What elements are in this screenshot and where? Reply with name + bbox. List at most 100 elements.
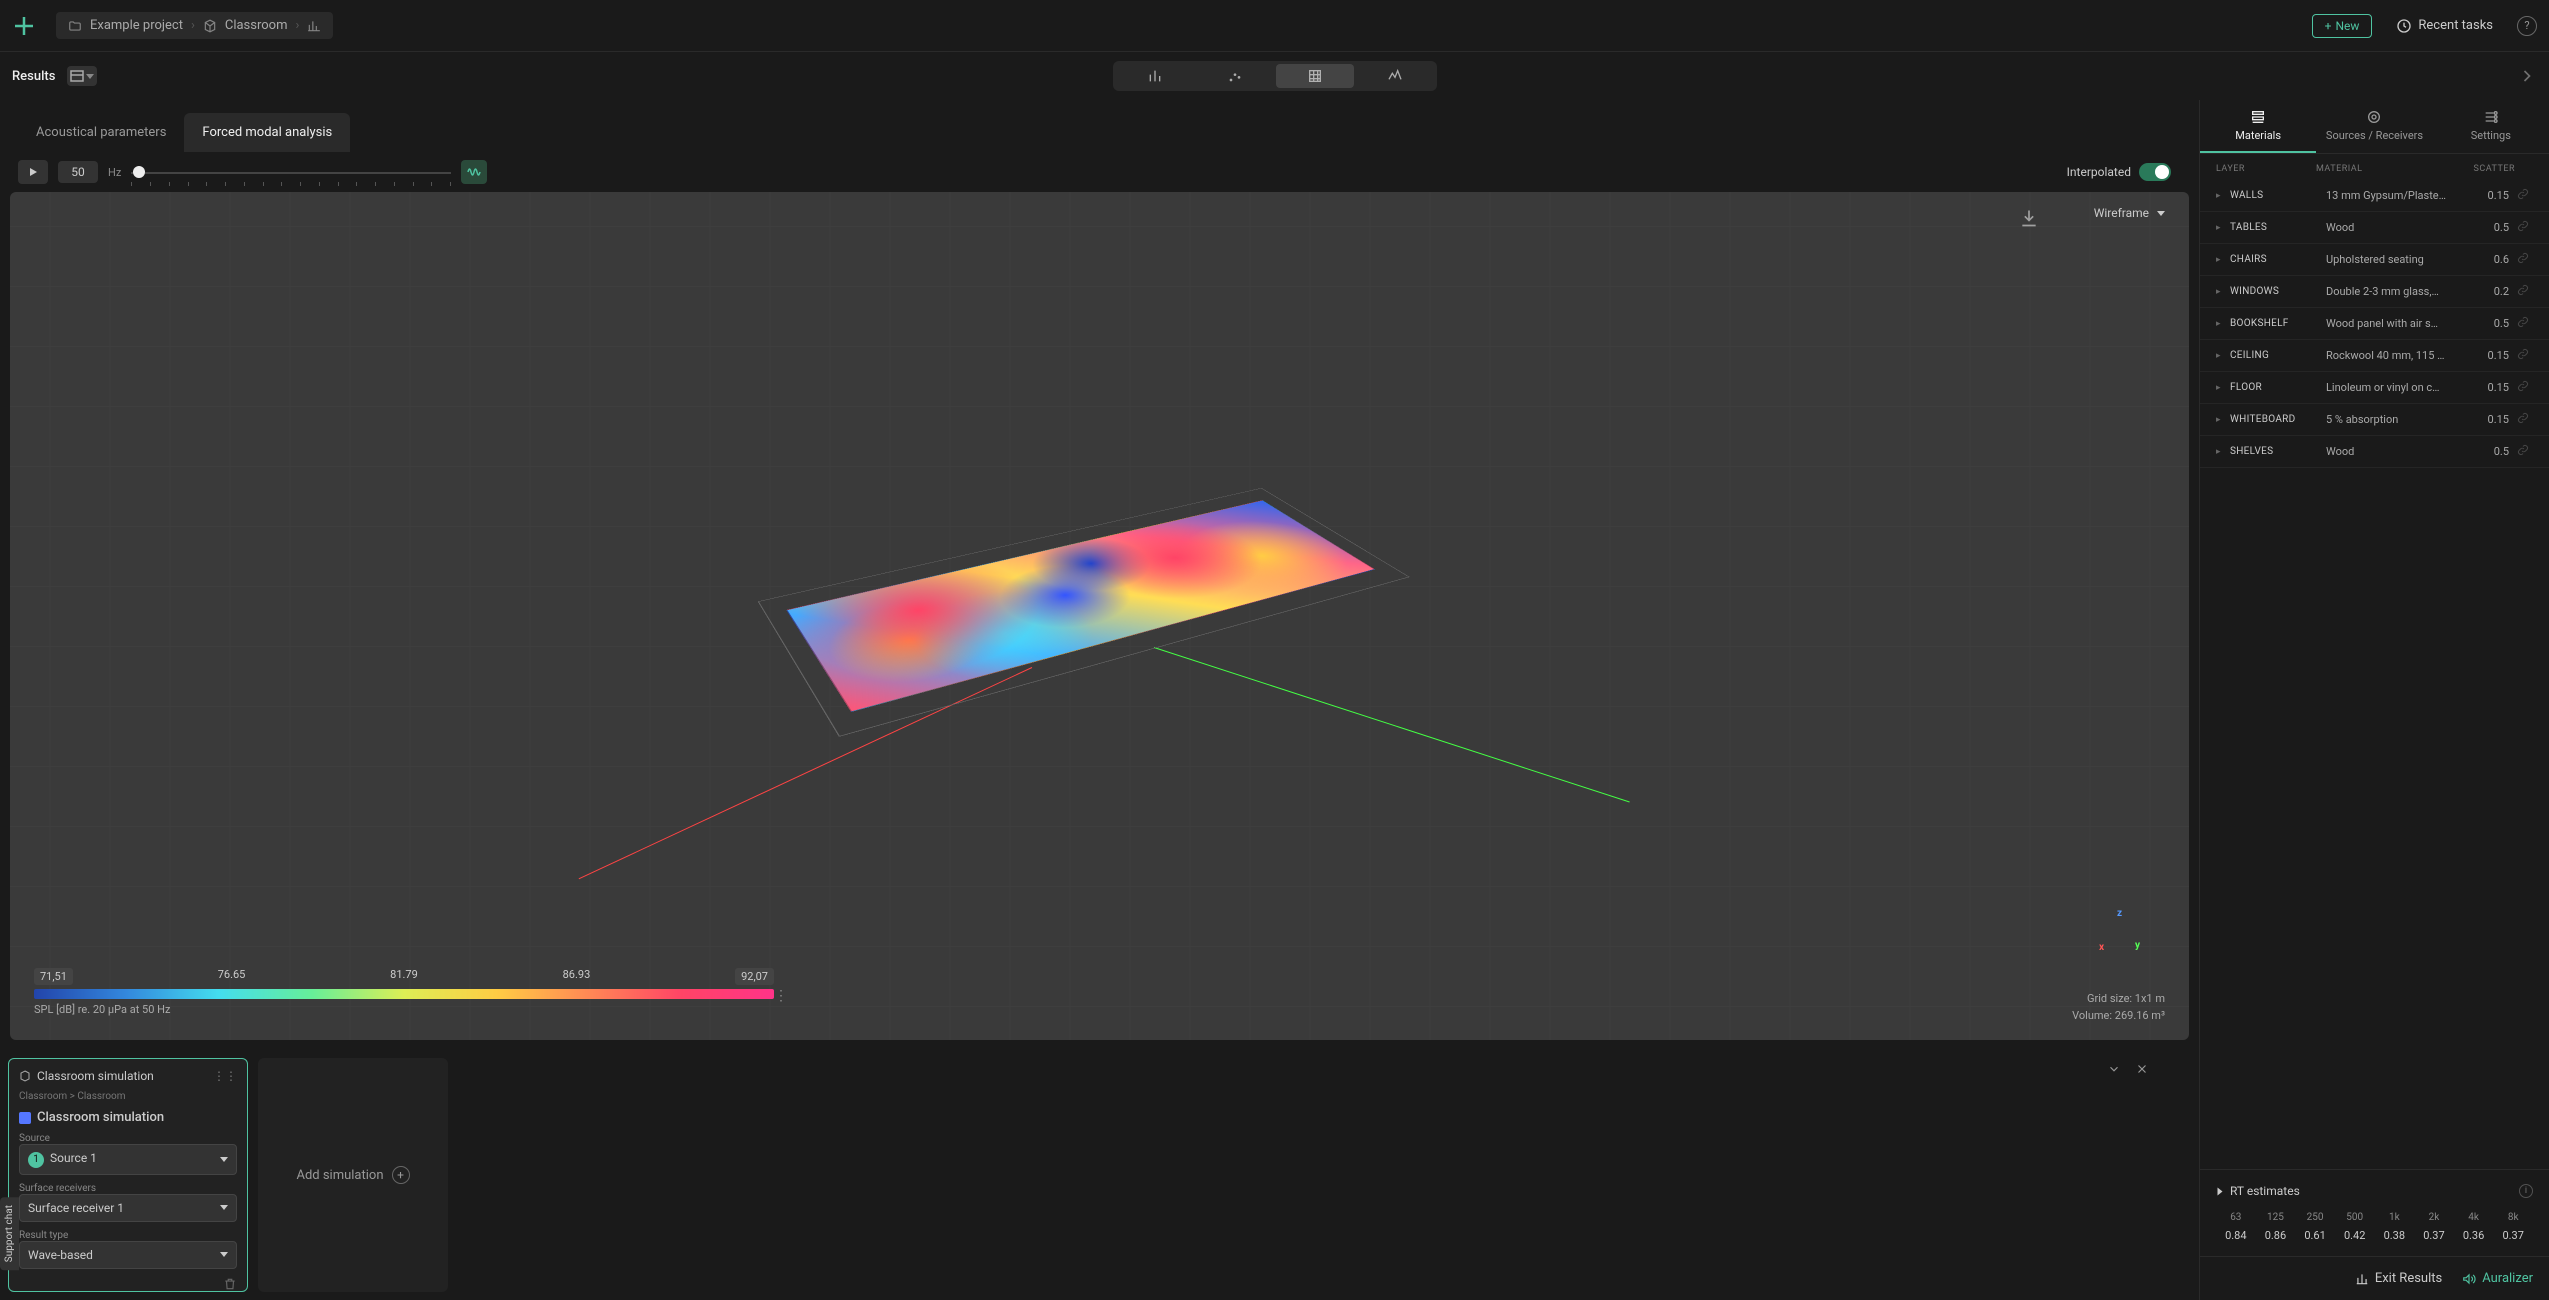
plus-circle-icon: +	[392, 1166, 410, 1184]
gizmo-x: x	[2099, 942, 2104, 953]
chevron-right-icon: ▸	[2216, 447, 2226, 457]
sim-color-chip	[19, 1112, 31, 1124]
trash-icon[interactable]	[223, 1277, 237, 1291]
orientation-gizmo[interactable]: x y z	[2089, 900, 2149, 960]
view-mode-heatmap[interactable]	[1276, 64, 1354, 88]
legend-min[interactable]: 71,51	[34, 968, 73, 985]
material-name: Wood	[2326, 221, 2469, 234]
material-row[interactable]: ▸BOOKSHELFWood panel with air s…0.5	[2200, 308, 2549, 340]
view-mode-points[interactable]	[1196, 64, 1274, 88]
link-icon[interactable]	[2517, 412, 2533, 427]
material-row[interactable]: ▸WALLS13 mm Gypsum/Plaste…0.15	[2200, 180, 2549, 212]
interpolated-label: Interpolated	[2067, 165, 2131, 179]
chevron-right-icon: ▸	[2216, 191, 2226, 201]
rt-frequencies-row: 631252505001k2k4k8k	[2216, 1212, 2533, 1223]
model-3d	[760, 429, 1440, 769]
link-icon[interactable]	[2517, 380, 2533, 395]
surface-receiver-select[interactable]: Surface receiver 1	[19, 1194, 237, 1222]
rt-value: 0.38	[2375, 1223, 2415, 1242]
recent-tasks-button[interactable]: Recent tasks	[2396, 18, 2493, 34]
link-icon[interactable]	[2517, 252, 2533, 267]
sim-card-header: Classroom simulation ⋮⋮	[19, 1069, 237, 1083]
chevron-right-icon: ▸	[2216, 383, 2226, 393]
support-chat-label: Support chat	[4, 1205, 15, 1262]
toolbar: Results	[0, 52, 2549, 100]
drag-handle-icon[interactable]: ⋮⋮	[213, 1069, 237, 1083]
layout-toggle[interactable]	[67, 66, 97, 86]
grid-size-label: Grid size: 1x1 m	[2072, 991, 2165, 1008]
material-row[interactable]: ▸WINDOWSDouble 2-3 mm glass,…0.2	[2200, 276, 2549, 308]
materials-header: LAYER MATERIAL SCATTER	[2200, 154, 2549, 180]
collapse-panel-icon[interactable]	[2107, 1062, 2121, 1079]
breadcrumb-model[interactable]: Classroom	[225, 18, 288, 33]
tab-forced-modal-analysis[interactable]: Forced modal analysis	[184, 113, 350, 152]
hz-label: Hz	[108, 166, 121, 179]
link-icon[interactable]	[2517, 220, 2533, 235]
link-icon[interactable]	[2517, 444, 2533, 459]
surface-receivers-label: Surface receivers	[19, 1183, 237, 1194]
link-icon[interactable]	[2517, 348, 2533, 363]
tab-sources-receivers[interactable]: Sources / Receivers	[2316, 100, 2432, 153]
legend-gradient	[34, 989, 774, 999]
download-icon[interactable]	[2019, 208, 2039, 228]
link-icon[interactable]	[2517, 316, 2533, 331]
rt-header[interactable]: RT estimates i	[2216, 1184, 2533, 1198]
material-row[interactable]: ▸CHAIRSUpholstered seating0.6	[2200, 244, 2549, 276]
material-row[interactable]: ▸CEILINGRockwool 40 mm, 115 …0.15	[2200, 340, 2549, 372]
support-chat-tab[interactable]: Support chat	[0, 1197, 19, 1270]
source-select[interactable]: 1Source 1	[19, 1144, 237, 1175]
slider-thumb[interactable]	[133, 166, 145, 178]
plus-icon: +	[2325, 19, 2332, 33]
material-scatter: 0.15	[2469, 381, 2509, 394]
material-row[interactable]: ▸FLOORLinoleum or vinyl on c…0.15	[2200, 372, 2549, 404]
tab-acoustical-parameters[interactable]: Acoustical parameters	[18, 113, 184, 152]
link-icon[interactable]	[2517, 188, 2533, 203]
volume-label: Volume: 269.16 m³	[2072, 1008, 2165, 1025]
tab-materials[interactable]: Materials	[2200, 100, 2316, 153]
play-button[interactable]	[18, 160, 48, 184]
tab-sources-label: Sources / Receivers	[2326, 129, 2423, 142]
material-row[interactable]: ▸SHELVESWood0.5	[2200, 436, 2549, 468]
tab-settings[interactable]: Settings	[2433, 100, 2549, 153]
chart-icon	[307, 19, 321, 33]
grid-info: Grid size: 1x1 m Volume: 269.16 m³	[2072, 991, 2165, 1024]
simulation-card[interactable]: Classroom simulation ⋮⋮ Classroom > Clas…	[8, 1058, 248, 1292]
view-mode-bars[interactable]	[1116, 64, 1194, 88]
expand-panel-icon[interactable]	[2517, 66, 2537, 86]
exit-results-button[interactable]: Exit Results	[2355, 1271, 2442, 1286]
frequency-input[interactable]: 50	[58, 161, 98, 183]
chevron-down-icon	[86, 74, 94, 79]
result-type-select[interactable]: Wave-based	[19, 1241, 237, 1269]
waveform-icon-button[interactable]	[461, 160, 487, 184]
material-name: Upholstered seating	[2326, 253, 2469, 266]
legend-value: 81.79	[390, 968, 418, 985]
close-panel-icon[interactable]	[2135, 1062, 2149, 1079]
render-mode-dropdown[interactable]: Wireframe	[2094, 206, 2165, 220]
material-name: Double 2-3 mm glass,…	[2326, 285, 2469, 298]
legend-resize-handle[interactable]: ⋮	[774, 988, 788, 1004]
link-icon[interactable]	[2517, 284, 2533, 299]
view-mode-response[interactable]	[1356, 64, 1434, 88]
breadcrumb-project[interactable]: Example project	[90, 18, 183, 33]
interpolated-toggle[interactable]	[2139, 163, 2171, 181]
material-layer: SHELVES	[2230, 446, 2326, 457]
new-button[interactable]: + New	[2312, 14, 2373, 38]
breadcrumb[interactable]: Example project › Classroom ›	[56, 12, 333, 39]
chevron-right-icon: ▸	[2216, 223, 2226, 233]
rt-value: 0.37	[2414, 1223, 2454, 1242]
auralizer-button[interactable]: Auralizer	[2462, 1271, 2533, 1286]
chevron-down-icon	[220, 1157, 228, 1162]
material-row[interactable]: ▸TABLESWood0.5	[2200, 212, 2549, 244]
frequency-slider[interactable]	[131, 160, 451, 184]
info-icon[interactable]: i	[2519, 1184, 2533, 1198]
viewport-3d[interactable]: Wireframe x y z 71,51 76.65 81.79 86.93 …	[10, 192, 2189, 1040]
app-logo[interactable]	[12, 14, 36, 38]
chevron-down-icon	[2157, 211, 2165, 216]
material-row[interactable]: ▸WHITEBOARD5 % absorption0.15	[2200, 404, 2549, 436]
results-label: Results	[12, 69, 55, 84]
help-icon[interactable]: ?	[2517, 16, 2537, 36]
rt-frequency: 250	[2295, 1212, 2335, 1223]
rt-frequency: 63	[2216, 1212, 2256, 1223]
legend-max[interactable]: 92,07	[735, 968, 774, 985]
add-simulation-button[interactable]: Add simulation +	[258, 1058, 448, 1292]
